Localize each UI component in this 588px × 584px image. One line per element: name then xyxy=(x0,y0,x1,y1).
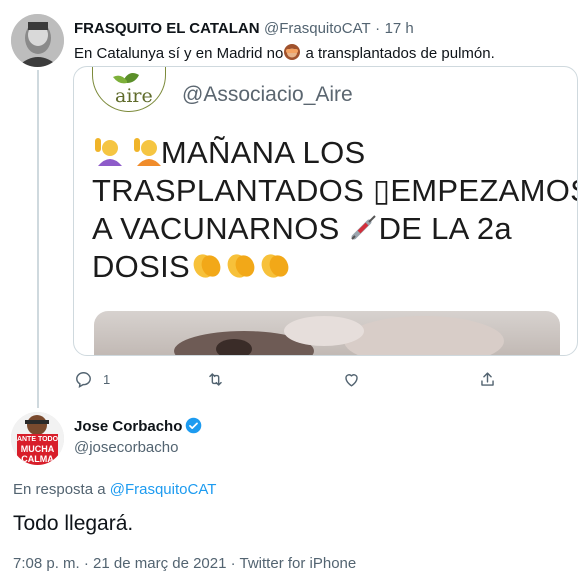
syringe-icon xyxy=(349,212,379,250)
heart-icon xyxy=(345,373,358,387)
display-name[interactable]: Jose Corbacho xyxy=(74,418,182,435)
reply-to-link[interactable]: @FrasquitoCAT xyxy=(110,481,217,498)
share-button[interactable] xyxy=(478,368,497,390)
quoted-text-line-4: DOSIS xyxy=(92,249,292,288)
user-handle[interactable]: @josecorbacho xyxy=(74,439,178,456)
tweet-text-part2: a transplantados de pulmón. xyxy=(301,45,495,62)
aire-logo: aire xyxy=(92,67,166,112)
separator-dot: · xyxy=(375,20,381,37)
retweet-icon xyxy=(209,372,222,386)
clapping-hands-icon xyxy=(190,250,224,288)
photo-preview[interactable] xyxy=(94,311,560,355)
clapping-hands-icon xyxy=(224,250,258,288)
quoted-tweet-card[interactable]: aire @Associacio_Aire MAÑANA LOS TRASPLA… xyxy=(73,66,578,356)
quoted-text-line-3b-text: DE LA 2a xyxy=(378,211,512,246)
quoted-text-line-3: A VACUNARNOS DE LA 2a xyxy=(92,211,512,250)
share-icon xyxy=(481,371,494,386)
tweet-time[interactable]: 17 h xyxy=(385,20,414,37)
quoted-text-line-3-text: A VACUNARNOS xyxy=(92,211,340,246)
logo-text: aire xyxy=(115,85,153,107)
tweet-text: En Catalunya sí y en Madrid no a transpl… xyxy=(74,43,495,65)
avatar-text: ANTE TODO MUCHA CALMA xyxy=(11,436,64,464)
quoted-account-handle: @Associacio_Aire xyxy=(182,83,353,106)
reply-context-prefix: En resposta a xyxy=(13,481,106,498)
reply-button[interactable]: 1 xyxy=(74,368,110,390)
photo-image xyxy=(174,316,504,355)
reply-count: 1 xyxy=(103,371,111,387)
display-name[interactable]: FRASQUITO EL CATALAN xyxy=(74,20,260,37)
like-button[interactable] xyxy=(342,368,361,390)
avatar-text-line: CALMA xyxy=(21,454,54,464)
verified-badge-icon xyxy=(186,417,202,434)
avatar-text-line: ANTE TODO xyxy=(16,436,59,443)
focused-tweet-text: Todo llegará. xyxy=(13,512,134,535)
avatar-text-line: MUCHA xyxy=(20,444,55,454)
see-no-evil-monkey-icon xyxy=(283,43,301,65)
tweet-text-part1: En Catalunya sí y en Madrid no xyxy=(74,45,284,62)
user-handle[interactable]: @FrasquitoCAT xyxy=(264,20,371,37)
person-raising-hand-icon xyxy=(92,136,122,174)
profile-photo-icon xyxy=(11,14,64,67)
quoted-text-line-1-text: MAÑANA LOS xyxy=(160,135,366,170)
reply-context: En resposta a @FrasquitoCAT xyxy=(13,481,216,498)
retweet-button[interactable] xyxy=(206,368,225,390)
quoted-text-line-1: MAÑANA LOS xyxy=(92,135,365,174)
thread-connector-line xyxy=(37,70,39,408)
reply-icon xyxy=(76,371,91,388)
avatar[interactable] xyxy=(11,14,64,67)
avatar[interactable]: ANTE TODO MUCHA CALMA xyxy=(11,412,64,465)
person-raising-hand-icon xyxy=(131,136,161,174)
clapping-hands-icon xyxy=(258,250,292,288)
quoted-text-line-2: TRASPLANTADOS ▯EMPEZAMOS xyxy=(92,173,578,208)
quoted-text-line-4-text: DOSIS xyxy=(92,249,190,284)
tweet-metadata[interactable]: 7:08 p. m. · 21 de març de 2021 · Twitte… xyxy=(13,555,356,572)
